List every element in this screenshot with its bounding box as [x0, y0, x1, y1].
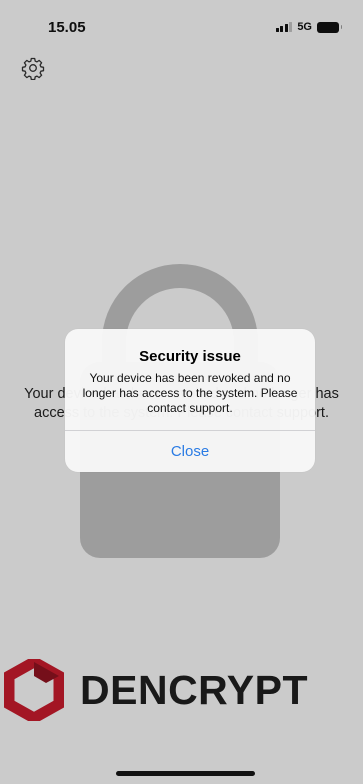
security-alert-dialog: Security issue Your device has been revo… [65, 329, 315, 472]
alert-message: Your device has been revoked and no long… [82, 371, 298, 415]
alert-body: Security issue Your device has been revo… [65, 329, 315, 430]
close-button[interactable]: Close [65, 431, 315, 472]
alert-title: Security issue [139, 348, 241, 365]
app-screen: 15.05 5G Your device has been revoked an… [0, 0, 363, 784]
home-indicator[interactable] [116, 771, 255, 776]
